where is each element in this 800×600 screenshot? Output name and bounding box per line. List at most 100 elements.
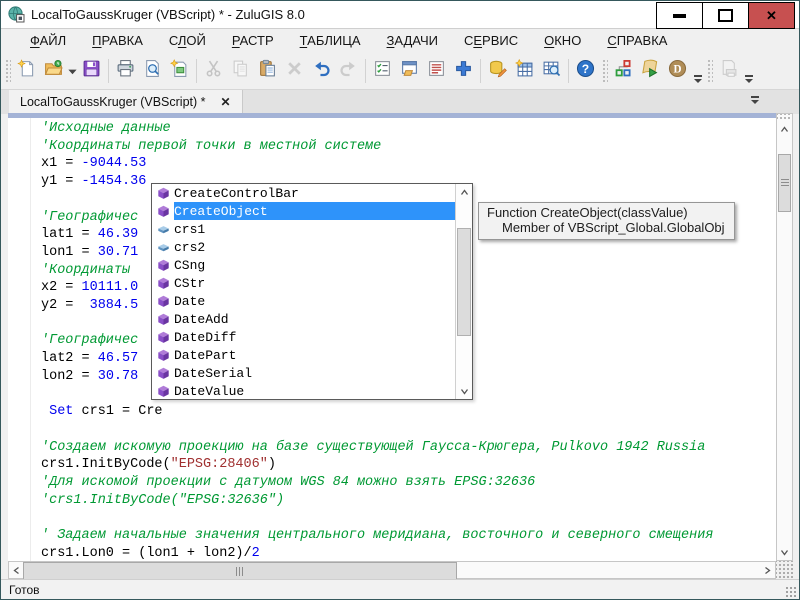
autocomplete-item-crs1[interactable]: crs1 bbox=[152, 220, 455, 238]
tab-bar: LocalToGaussKruger (VBScript) * ✕ bbox=[1, 89, 799, 114]
app-window: LocalToGaussKruger (VBScript) * - ZuluGI… bbox=[0, 0, 800, 600]
scrollbar-grip bbox=[777, 114, 792, 121]
script-run-button[interactable] bbox=[637, 57, 664, 85]
autocomplete-item-CSng[interactable]: CSng bbox=[152, 256, 455, 274]
delete-button bbox=[281, 57, 308, 85]
horizontal-scroll-thumb[interactable] bbox=[23, 562, 457, 580]
status-bar: Готов bbox=[1, 579, 799, 600]
undo-button[interactable] bbox=[308, 57, 335, 85]
code-line: 'Исходные данные bbox=[41, 120, 713, 138]
autocomplete-item-DateAdd[interactable]: DateAdd bbox=[152, 310, 455, 328]
code-line: 'Координаты первой точки в местной систе… bbox=[41, 138, 713, 156]
menu-таблица[interactable]: ТАБЛИЦА bbox=[287, 29, 374, 52]
scroll-left-button[interactable] bbox=[9, 562, 24, 578]
maximize-icon bbox=[718, 9, 733, 22]
toolbar-overflow-icon[interactable] bbox=[691, 55, 704, 87]
autocomplete-item-DateDiff[interactable]: DateDiff bbox=[152, 328, 455, 346]
toolbar-overflow-icon[interactable] bbox=[742, 55, 755, 87]
autocomplete-item-CStr[interactable]: CStr bbox=[152, 274, 455, 292]
menu-слой[interactable]: СЛОЙ bbox=[156, 29, 219, 52]
editor-vertical-scrollbar[interactable] bbox=[776, 113, 793, 561]
new-table-button[interactable] bbox=[511, 57, 538, 85]
page-print-icon bbox=[719, 59, 738, 83]
minimize-button[interactable] bbox=[656, 2, 703, 29]
delete-icon bbox=[285, 59, 304, 83]
undo-icon bbox=[312, 59, 331, 83]
save-button[interactable] bbox=[78, 57, 105, 85]
method-icon bbox=[152, 331, 174, 344]
autocomplete-item-crs2[interactable]: crs2 bbox=[152, 238, 455, 256]
open-folder-dropdown-caret[interactable] bbox=[67, 57, 78, 85]
open-folder-button[interactable] bbox=[40, 57, 67, 85]
help-button[interactable]: ? bbox=[572, 57, 599, 85]
variable-icon bbox=[152, 223, 174, 236]
new-file-button[interactable] bbox=[13, 57, 40, 85]
print-button[interactable] bbox=[112, 57, 139, 85]
editor-horizontal-scrollbar[interactable] bbox=[8, 561, 776, 579]
db-edit-button[interactable] bbox=[484, 57, 511, 85]
tab-close-icon[interactable]: ✕ bbox=[221, 96, 231, 108]
autocomplete-scroll-up-button[interactable] bbox=[456, 184, 472, 200]
tooltip-signature: Function CreateObject(classValue) bbox=[487, 205, 725, 220]
menu-сервис[interactable]: СЕРВИС bbox=[451, 29, 531, 52]
autocomplete-item-DateSerial[interactable]: DateSerial bbox=[152, 364, 455, 382]
paste-icon bbox=[258, 59, 277, 83]
new-image-doc-button[interactable] bbox=[166, 57, 193, 85]
open-folder-icon bbox=[44, 59, 63, 83]
autocomplete-scroll-down-button[interactable] bbox=[456, 383, 472, 399]
toolbar-separator bbox=[196, 59, 197, 83]
menu-задачи[interactable]: ЗАДАЧИ bbox=[374, 29, 451, 52]
navigator-button[interactable] bbox=[450, 57, 477, 85]
paste-button[interactable] bbox=[254, 57, 281, 85]
autocomplete-item-DatePart[interactable]: DatePart bbox=[152, 346, 455, 364]
autocomplete-item-CreateObject[interactable]: CreateObject bbox=[152, 202, 455, 220]
toolbar-grip[interactable] bbox=[601, 58, 608, 84]
table-find-button[interactable] bbox=[538, 57, 565, 85]
d-coin-button[interactable]: D bbox=[664, 57, 691, 85]
autocomplete-scrollbar[interactable] bbox=[455, 184, 472, 399]
navigator-icon bbox=[454, 59, 473, 83]
autocomplete-item-CreateControlBar[interactable]: CreateControlBar bbox=[152, 184, 455, 202]
toolbar-separator bbox=[108, 59, 109, 83]
tabbar-overflow-icon[interactable] bbox=[751, 96, 759, 104]
menu-справка[interactable]: СПРАВКА bbox=[594, 29, 680, 52]
resize-grip[interactable] bbox=[785, 586, 798, 599]
close-button[interactable]: ✕ bbox=[748, 2, 795, 29]
scroll-right-button[interactable] bbox=[760, 562, 775, 578]
task-list-button[interactable] bbox=[369, 57, 396, 85]
db-edit-icon bbox=[488, 59, 507, 83]
legend-button[interactable] bbox=[423, 57, 450, 85]
title-bar: LocalToGaussKruger (VBScript) * - ZuluGI… bbox=[1, 1, 799, 29]
menu-окно[interactable]: ОКНО bbox=[531, 29, 594, 52]
autocomplete-item-Date[interactable]: Date bbox=[152, 292, 455, 310]
scroll-down-button[interactable] bbox=[777, 544, 792, 560]
svg-text:D: D bbox=[673, 64, 681, 76]
code-line: 'Для искомой проекции с датумом WGS 84 м… bbox=[41, 474, 713, 492]
code-line: crs1.Lon0 = (lon1 + lon2)/2 bbox=[41, 545, 713, 561]
panel-window-button[interactable] bbox=[396, 57, 423, 85]
method-icon bbox=[152, 367, 174, 380]
print-preview-icon bbox=[143, 59, 162, 83]
vertical-scroll-thumb[interactable] bbox=[778, 154, 791, 212]
copy-button bbox=[227, 57, 254, 85]
method-icon bbox=[152, 349, 174, 362]
toolbar-grip[interactable] bbox=[706, 58, 713, 84]
method-icon bbox=[152, 313, 174, 326]
blocks-button[interactable] bbox=[610, 57, 637, 85]
tab-localtogausskruger[interactable]: LocalToGaussKruger (VBScript) * ✕ bbox=[9, 90, 243, 114]
toolbar-grip[interactable] bbox=[4, 58, 11, 84]
menu-файл[interactable]: ФАЙЛ bbox=[17, 29, 79, 52]
menu-растр[interactable]: РАСТР bbox=[219, 29, 287, 52]
status-text: Готов bbox=[9, 583, 40, 597]
maximize-button[interactable] bbox=[702, 2, 749, 29]
print-preview-button[interactable] bbox=[139, 57, 166, 85]
redo-button bbox=[335, 57, 362, 85]
autocomplete-item-DateValue[interactable]: DateValue bbox=[152, 382, 455, 399]
menu-правка[interactable]: ПРАВКА bbox=[79, 29, 156, 52]
intellisense-tooltip: Function CreateObject(classValue) Member… bbox=[478, 202, 735, 240]
scroll-up-button[interactable] bbox=[777, 121, 792, 137]
help-icon: ? bbox=[576, 59, 595, 83]
autocomplete-scroll-thumb[interactable] bbox=[457, 228, 471, 336]
toolbar-separator bbox=[568, 59, 569, 83]
method-icon bbox=[152, 385, 174, 398]
